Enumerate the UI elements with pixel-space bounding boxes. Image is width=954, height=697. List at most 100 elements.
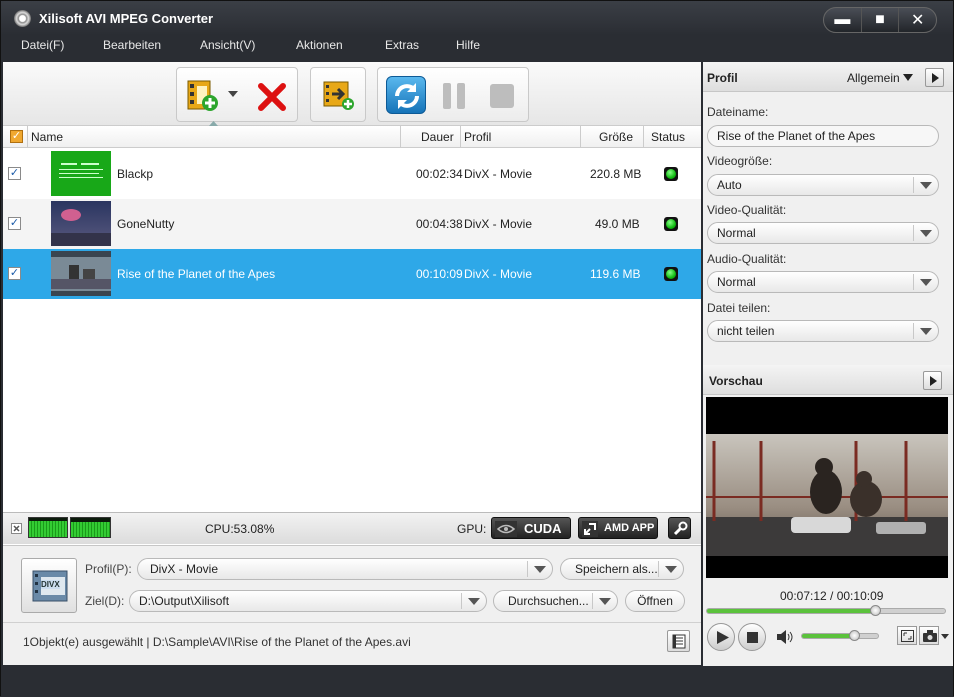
pause-icon[interactable] (440, 81, 468, 111)
camera-icon (923, 630, 937, 642)
split-file-select[interactable]: nicht teilen (707, 320, 939, 342)
table-row[interactable]: ✓ GoneNutty 00:04:38 DivX - Movie 49.0 M… (3, 199, 701, 249)
convert-button[interactable] (386, 76, 426, 114)
app-logo-icon (14, 10, 31, 27)
properties-panel: Profil Allgemein Dateiname: Rise of the … (703, 62, 953, 666)
col-name[interactable]: Name (31, 130, 63, 144)
table-row[interactable]: ✓ Blackp 00:02:34 DivX - Movie 220.8 MB (3, 149, 701, 199)
add-output-profile-icon[interactable] (321, 78, 355, 112)
menu-aktionen[interactable]: Aktionen (296, 38, 343, 52)
seek-handle[interactable] (869, 605, 881, 616)
audio-quality-label: Audio-Qualität: (707, 252, 787, 266)
chevron-down-icon (534, 566, 546, 573)
video-thumbnail (51, 251, 111, 296)
menu-ansicht[interactable]: Ansicht(V) (200, 38, 255, 52)
chevron-down-icon (920, 182, 932, 189)
seek-bar[interactable] (706, 605, 946, 616)
title-bar[interactable]: Xilisoft AVI MPEG Converter ▬ ■ ✕ (1, 1, 953, 35)
remove-icon[interactable] (255, 80, 289, 114)
stop-icon[interactable] (488, 82, 516, 110)
volume-icon[interactable] (777, 630, 793, 644)
snapshot-button[interactable] (919, 626, 939, 645)
minimize-button[interactable]: ▬ (824, 8, 862, 32)
amd-app-button[interactable]: AMD APP (578, 517, 658, 539)
col-status[interactable]: Status (651, 130, 685, 144)
profile-panel-title: Profil (707, 71, 738, 85)
menu-extras[interactable]: Extras (385, 38, 419, 52)
filename-value: Rise of the Planet of the Apes (717, 129, 876, 143)
destination-select[interactable]: D:\Output\Xilisoft (129, 590, 487, 612)
profile-select[interactable]: DivX - Movie (137, 558, 553, 580)
amd-logo-icon (582, 521, 598, 537)
video-quality-label: Video-Qualität: (707, 203, 787, 217)
file-size: 119.6 MB (590, 267, 641, 281)
chevron-down-icon (468, 598, 480, 605)
chevron-down-icon (920, 230, 932, 237)
video-quality-value: Normal (717, 226, 756, 240)
settings-wrench-button[interactable] (668, 517, 691, 539)
file-profile[interactable]: DivX - Movie (464, 167, 532, 181)
profile-label: Profil(P): (85, 562, 132, 576)
maximize-button[interactable]: ■ (862, 8, 900, 32)
file-list-area: ✓ Name Dauer Profil Größe Status ✓ Black… (3, 62, 701, 547)
log-button[interactable] (667, 630, 690, 652)
destination-label: Ziel(D): (85, 594, 125, 608)
volume-slider[interactable] (801, 630, 879, 641)
bottom-bar (1, 667, 953, 697)
add-dropdown-chevron-icon[interactable] (227, 90, 239, 98)
profile-preview-button[interactable]: DIVX (21, 558, 77, 613)
file-profile[interactable]: DivX - Movie (464, 267, 532, 281)
wrench-icon (673, 521, 688, 536)
play-button[interactable] (707, 623, 735, 651)
preview-panel-expand-button[interactable] (923, 371, 942, 390)
chevron-down-icon[interactable] (599, 598, 611, 605)
chevron-down-icon[interactable] (903, 74, 913, 81)
col-dauer[interactable]: Dauer (421, 130, 454, 144)
col-profil[interactable]: Profil (464, 130, 491, 144)
video-quality-select[interactable]: Normal (707, 222, 939, 244)
volume-handle[interactable] (849, 630, 861, 641)
file-profile[interactable]: DivX - Movie (464, 217, 532, 231)
audio-quality-select[interactable]: Normal (707, 271, 939, 293)
add-file-icon[interactable] (185, 78, 219, 112)
filename-input[interactable]: Rise of the Planet of the Apes (707, 125, 939, 147)
filename-label: Dateiname: (707, 105, 769, 119)
file-duration: 00:04:38 (416, 217, 463, 231)
row-checkbox[interactable]: ✓ (8, 217, 21, 230)
col-groesse[interactable]: Größe (599, 130, 633, 144)
row-checkbox[interactable]: ✓ (8, 167, 21, 180)
browse-label: Durchsuchen... (508, 594, 589, 608)
column-header: ✓ Name Dauer Profil Größe Status (3, 126, 701, 148)
table-row[interactable]: ✓ Rise of the Planet of the Apes 00:10:0… (3, 249, 701, 299)
add-output-group (310, 67, 366, 122)
profile-panel-header: Profil Allgemein (703, 62, 953, 92)
video-size-value: Auto (717, 178, 742, 192)
video-size-select[interactable]: Auto (707, 174, 939, 196)
stop-preview-button[interactable] (738, 623, 766, 651)
chevron-down-icon[interactable] (665, 566, 677, 573)
select-all-checkbox[interactable]: ✓ (10, 130, 23, 143)
menu-bearbeiten[interactable]: Bearbeiten (103, 38, 161, 52)
cuda-button[interactable]: CUDA (491, 517, 571, 539)
menu-hilfe[interactable]: Hilfe (456, 38, 480, 52)
save-as-button[interactable]: Speichern als... (560, 558, 684, 580)
file-name: Rise of the Planet of the Apes (117, 267, 276, 281)
menu-datei[interactable]: Datei(F) (21, 38, 64, 52)
profile-mode-select[interactable]: Allgemein (847, 71, 900, 85)
destination-value: D:\Output\Xilisoft (139, 594, 230, 608)
close-button[interactable]: ✕ (899, 8, 936, 32)
chevron-down-icon[interactable] (941, 634, 949, 639)
fullscreen-button[interactable] (897, 626, 917, 645)
output-settings-panel: DIVX Profil(P): DivX - Movie Speichern a… (3, 545, 701, 665)
close-cpu-graph-icon[interactable] (11, 523, 22, 534)
add-remove-group (176, 67, 298, 122)
profile-panel-expand-button[interactable] (925, 68, 944, 87)
preview-frame (706, 397, 948, 578)
cpu-graph-1 (28, 517, 68, 538)
status-ready-icon (664, 167, 678, 181)
video-preview[interactable] (706, 397, 948, 578)
open-button[interactable]: Öffnen (625, 590, 685, 612)
row-checkbox[interactable]: ✓ (8, 267, 21, 280)
browse-button[interactable]: Durchsuchen... (493, 590, 618, 612)
toolbar (3, 62, 701, 126)
